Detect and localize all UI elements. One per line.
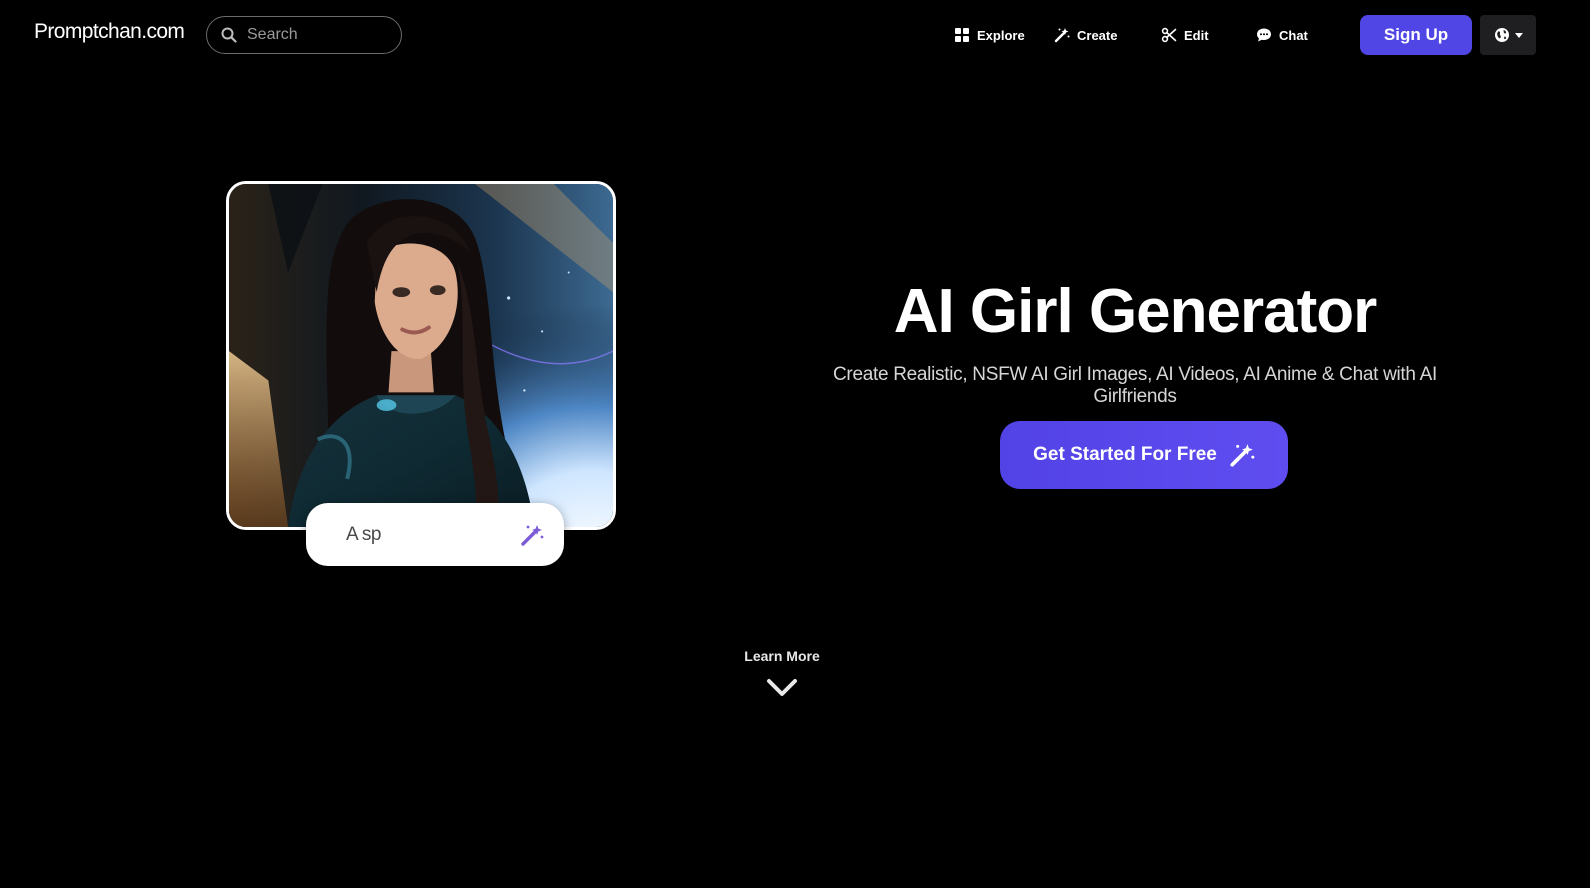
generated-image-portrait: [229, 184, 613, 527]
nav-explore[interactable]: Explore: [954, 24, 1025, 46]
nav-chat-label: Chat: [1279, 27, 1308, 43]
site-logo[interactable]: Promptchan.com: [34, 20, 185, 44]
nav-create-label: Create: [1077, 27, 1118, 43]
magic-wand-icon: [1230, 444, 1255, 467]
top-navbar: Promptchan.com Explore: [0, 0, 1590, 70]
get-started-button[interactable]: Get Started For Free: [1000, 421, 1288, 489]
nav-create[interactable]: Create: [1054, 24, 1117, 46]
nav-explore-label: Explore: [977, 27, 1025, 43]
learn-more-link[interactable]: Learn More: [732, 648, 832, 698]
language-selector[interactable]: [1480, 15, 1536, 55]
hero-subtitle: Create Realistic, NSFW AI Girl Images, A…: [833, 364, 1437, 407]
search-box[interactable]: [206, 16, 402, 54]
magic-wand-icon: [521, 525, 544, 546]
hero-title: AI Girl Generator: [893, 277, 1378, 346]
nav-edit[interactable]: Edit: [1161, 24, 1209, 46]
globe-icon: [1494, 28, 1509, 42]
search-input[interactable]: [247, 26, 387, 44]
prompt-preview-pill: A sp: [306, 503, 564, 566]
prompt-preview-text: A sp: [346, 523, 381, 545]
magic-wand-icon: [1054, 28, 1070, 43]
learn-more-label: Learn More: [744, 648, 820, 664]
chat-bubble-icon: [1257, 28, 1271, 42]
sign-up-button[interactable]: Sign Up: [1360, 15, 1472, 55]
preview-image-card: [226, 181, 616, 530]
nav-edit-label: Edit: [1184, 27, 1209, 43]
scissors-icon: [1161, 27, 1177, 43]
caret-down-icon: [1514, 32, 1523, 38]
search-icon: [221, 27, 237, 43]
get-started-label: Get Started For Free: [1033, 444, 1217, 465]
grid-icon: [955, 28, 969, 42]
nav-chat[interactable]: Chat: [1256, 24, 1308, 46]
page: Promptchan.com Explore: [0, 0, 1590, 888]
chevron-down-icon: [767, 679, 797, 696]
